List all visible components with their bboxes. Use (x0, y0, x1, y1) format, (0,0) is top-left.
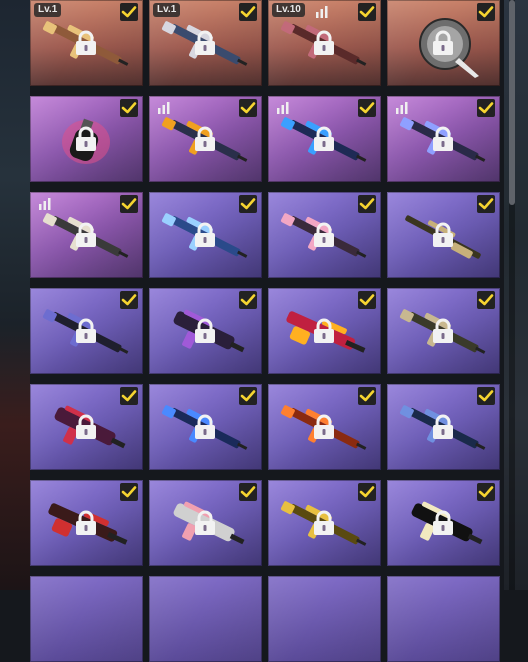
checkbox-checked-icon[interactable] (120, 3, 138, 21)
padlock-icon (431, 126, 455, 152)
inventory-item[interactable] (268, 288, 381, 374)
padlock-icon (312, 414, 336, 440)
checkbox-checked-icon[interactable] (120, 195, 138, 213)
upgrade-bars-icon (276, 101, 290, 119)
inventory-item[interactable] (149, 288, 262, 374)
inventory-item[interactable] (387, 96, 500, 182)
padlock-icon (312, 126, 336, 152)
checkbox-checked-icon[interactable] (239, 3, 257, 21)
padlock-icon (312, 30, 336, 56)
checkbox-checked-icon[interactable] (120, 387, 138, 405)
level-badge: Lv.1 (34, 3, 62, 17)
inventory-item[interactable] (268, 96, 381, 182)
inventory-item[interactable] (268, 384, 381, 470)
padlock-icon (193, 30, 217, 56)
inventory-item[interactable] (268, 576, 381, 662)
padlock-icon (312, 510, 336, 536)
checkbox-checked-icon[interactable] (358, 291, 376, 309)
upgrade-bars-icon (315, 5, 329, 23)
checkbox-checked-icon[interactable] (477, 291, 495, 309)
checkbox-checked-icon[interactable] (239, 387, 257, 405)
padlock-icon (74, 126, 98, 152)
inventory-grid: Lv.1 Lv.1 Lv.10 (30, 0, 502, 662)
upgrade-bars-icon (38, 197, 52, 215)
checkbox-checked-icon[interactable] (477, 387, 495, 405)
inventory-item[interactable] (387, 384, 500, 470)
inventory-item[interactable] (30, 192, 143, 278)
checkbox-checked-icon[interactable] (358, 483, 376, 501)
inventory-item[interactable] (268, 480, 381, 566)
background-left (0, 0, 30, 590)
checkbox-checked-icon[interactable] (120, 291, 138, 309)
scrollbar[interactable] (509, 0, 515, 590)
inventory-item[interactable] (30, 288, 143, 374)
checkbox-checked-icon[interactable] (358, 3, 376, 21)
padlock-icon (431, 414, 455, 440)
inventory-item[interactable] (268, 192, 381, 278)
checkbox-checked-icon[interactable] (239, 195, 257, 213)
checkbox-checked-icon[interactable] (358, 387, 376, 405)
padlock-icon (193, 318, 217, 344)
padlock-icon (431, 30, 455, 56)
inventory-item[interactable] (149, 480, 262, 566)
inventory-item[interactable]: Lv.1 (30, 0, 143, 86)
scrollbar-thumb[interactable] (509, 0, 515, 205)
level-text: Lv.1 (38, 4, 58, 15)
padlock-icon (193, 510, 217, 536)
inventory-item[interactable] (387, 480, 500, 566)
inventory-item[interactable] (387, 576, 500, 662)
inventory-item[interactable] (387, 0, 500, 86)
padlock-icon (431, 318, 455, 344)
checkbox-checked-icon[interactable] (477, 99, 495, 117)
padlock-icon (74, 222, 98, 248)
padlock-icon (193, 414, 217, 440)
padlock-icon (74, 30, 98, 56)
padlock-icon (431, 510, 455, 536)
level-badge: Lv.1 (153, 3, 181, 17)
upgrade-bars-icon (395, 101, 409, 119)
inventory-item[interactable] (149, 576, 262, 662)
checkbox-checked-icon[interactable] (477, 483, 495, 501)
inventory-item[interactable] (30, 384, 143, 470)
background-right (504, 0, 528, 590)
inventory-item[interactable] (30, 480, 143, 566)
inventory-item[interactable] (30, 576, 143, 662)
padlock-icon (74, 510, 98, 536)
checkbox-checked-icon[interactable] (477, 195, 495, 213)
padlock-icon (74, 318, 98, 344)
level-badge: Lv.10 (272, 3, 305, 17)
inventory-item[interactable] (30, 96, 143, 182)
inventory-item[interactable] (149, 192, 262, 278)
padlock-icon (193, 126, 217, 152)
inventory-item[interactable] (149, 96, 262, 182)
padlock-icon (193, 222, 217, 248)
inventory-item[interactable] (387, 192, 500, 278)
padlock-icon (431, 222, 455, 248)
inventory-item[interactable]: Lv.1 (149, 0, 262, 86)
checkbox-checked-icon[interactable] (239, 483, 257, 501)
checkbox-checked-icon[interactable] (239, 99, 257, 117)
padlock-icon (74, 414, 98, 440)
inventory-item[interactable] (387, 288, 500, 374)
checkbox-checked-icon[interactable] (477, 3, 495, 21)
checkbox-checked-icon[interactable] (239, 291, 257, 309)
level-text: Lv.1 (157, 4, 177, 15)
checkbox-checked-icon[interactable] (358, 99, 376, 117)
padlock-icon (312, 318, 336, 344)
inventory-item[interactable]: Lv.10 (268, 0, 381, 86)
level-text: Lv.10 (276, 4, 301, 15)
inventory-item[interactable] (149, 384, 262, 470)
checkbox-checked-icon[interactable] (358, 195, 376, 213)
padlock-icon (312, 222, 336, 248)
checkbox-checked-icon[interactable] (120, 99, 138, 117)
checkbox-checked-icon[interactable] (120, 483, 138, 501)
upgrade-bars-icon (157, 101, 171, 119)
